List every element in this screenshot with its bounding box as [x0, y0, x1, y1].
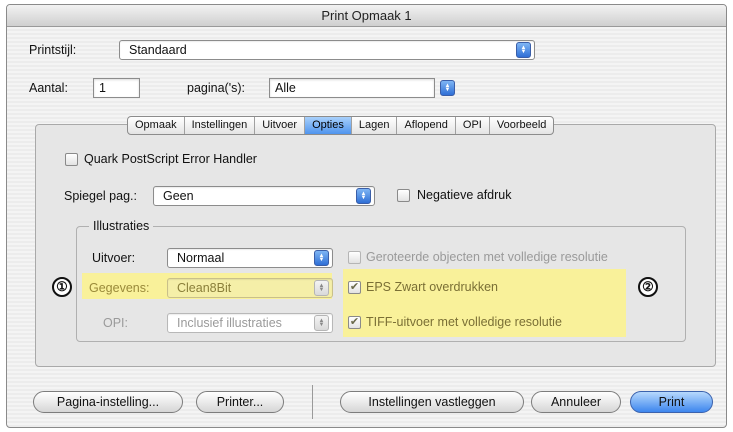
mirror-label: Spiegel pag.: [64, 189, 137, 203]
printer-button[interactable]: Printer... [196, 391, 284, 413]
negative-checkbox[interactable] [397, 189, 410, 202]
eps-black-label: EPS Zwart overdrukken [366, 280, 498, 294]
pages-stepper-icon[interactable]: ▲ ▼ [440, 80, 455, 96]
pages-field[interactable]: Alle [269, 78, 435, 98]
tiff-full-checkbox[interactable]: ✔ [348, 316, 361, 329]
print-button[interactable]: Print [630, 391, 713, 413]
tab-opmaak[interactable]: Opmaak [128, 117, 185, 134]
data-value: Clean8Bit [177, 281, 232, 295]
rotated-checkbox[interactable] [348, 251, 361, 264]
popup-arrows-icon: ▲ ▼ [314, 280, 329, 296]
opi-value: Inclusief illustraties [177, 316, 282, 330]
mirror-value: Geen [163, 189, 194, 203]
print-style-label: Printstijl: [29, 43, 77, 57]
cancel-button[interactable]: Annuleer [531, 391, 621, 413]
copies-label: Aantal: [29, 81, 68, 95]
tab-uitvoer[interactable]: Uitvoer [255, 117, 306, 134]
illustrations-title: Illustraties [89, 219, 154, 233]
tab-bar: Opmaak Instellingen Uitvoer Opties Lagen… [127, 116, 555, 135]
output-popup[interactable]: Normaal ▲ ▼ [167, 248, 333, 268]
rotated-label: Geroteerde objecten met volledige resolu… [366, 250, 608, 264]
tab-lagen[interactable]: Lagen [352, 117, 398, 134]
data-popup[interactable]: Clean8Bit ▲ ▼ [167, 278, 333, 298]
opi-label: OPI: [103, 316, 129, 330]
quark-handler-checkbox[interactable] [65, 153, 78, 166]
button-separator [312, 385, 313, 419]
data-label: Gegevens: [89, 281, 150, 295]
pages-label: pagina('s): [187, 81, 245, 95]
popup-arrows-icon: ▲ ▼ [314, 315, 329, 331]
tab-opties[interactable]: Opties [305, 117, 352, 134]
print-dialog: Print Opmaak 1 Printstijl: Standaard ▲ ▼ … [6, 4, 727, 428]
print-style-popup[interactable]: Standaard ▲ ▼ [119, 40, 535, 60]
tiff-full-label: TIFF-uitvoer met volledige resolutie [366, 315, 562, 329]
save-settings-button[interactable]: Instellingen vastleggen [340, 391, 524, 413]
output-value: Normaal [177, 251, 225, 265]
copies-field[interactable]: 1 [93, 78, 140, 98]
popup-arrows-icon: ▲ ▼ [314, 250, 329, 266]
callout-one: ① [52, 277, 72, 297]
mirror-popup[interactable]: Geen ▲ ▼ [153, 186, 375, 206]
tab-aflopend[interactable]: Aflopend [397, 117, 456, 134]
opi-popup[interactable]: Inclusief illustraties ▲ ▼ [167, 313, 333, 333]
callout-two: ② [638, 277, 658, 297]
page-setup-button[interactable]: Pagina-instelling... [33, 391, 183, 413]
tab-voorbeeld[interactable]: Voorbeeld [490, 117, 554, 134]
window-title: Print Opmaak 1 [7, 5, 726, 27]
eps-black-checkbox[interactable]: ✔ [348, 281, 361, 294]
quark-handler-label: Quark PostScript Error Handler [84, 152, 257, 166]
print-style-value: Standaard [129, 43, 187, 57]
negative-label: Negatieve afdruk [417, 188, 512, 202]
output-label: Uitvoer: [92, 251, 136, 265]
tab-instellingen[interactable]: Instellingen [185, 117, 256, 134]
popup-arrows-icon: ▲ ▼ [356, 188, 371, 204]
tab-opi[interactable]: OPI [456, 117, 490, 134]
popup-arrows-icon: ▲ ▼ [516, 42, 531, 58]
